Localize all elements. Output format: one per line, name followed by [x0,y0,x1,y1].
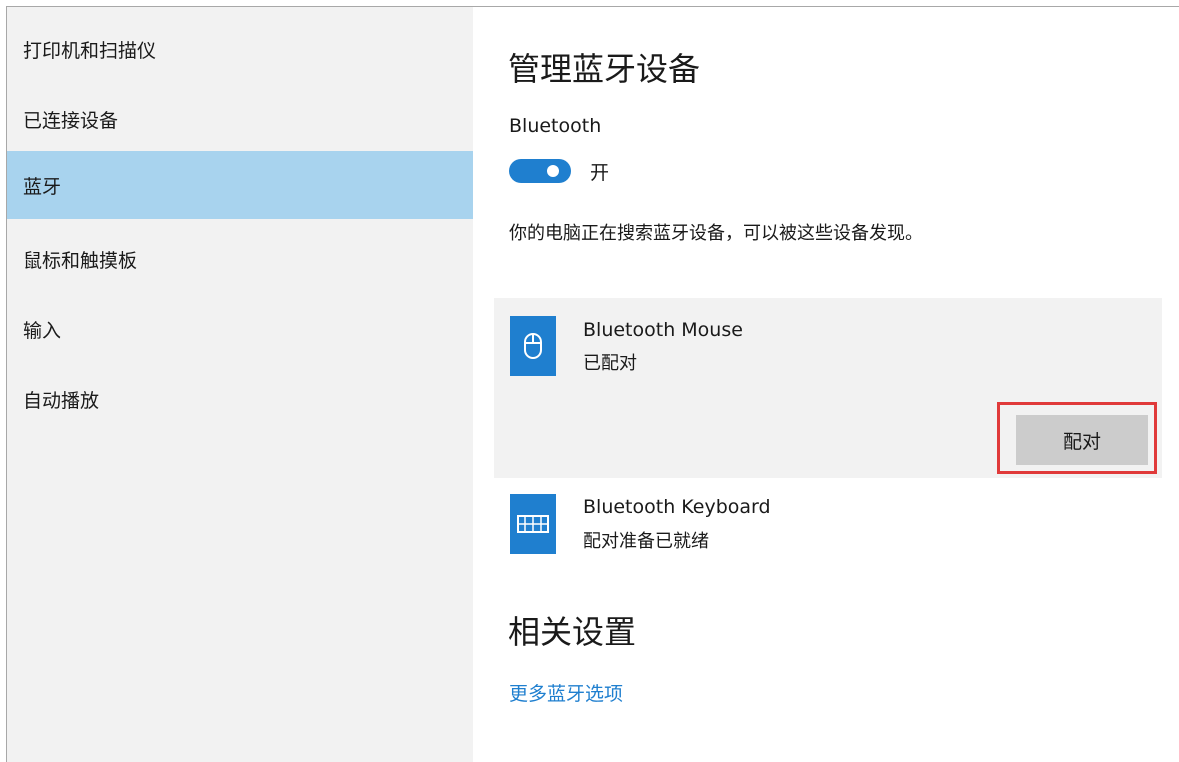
device-name[interactable]: Bluetooth Keyboard [583,496,771,518]
device-status: 已配对 [583,353,637,374]
page-title: 管理蓝牙设备 [508,50,701,88]
sidebar-item-mouse-touchpad[interactable]: 鼠标和触摸板 [7,225,473,293]
sidebar-nav: 打印机和扫描仪 已连接设备 蓝牙 鼠标和触摸板 输入 自动播放 [7,7,473,762]
device-status: 配对准备已就绪 [583,531,709,552]
sidebar-item-input[interactable]: 输入 [7,295,473,363]
pair-button[interactable]: 配对 [1016,415,1148,465]
device-name: Bluetooth Mouse [583,319,743,341]
sidebar-item-label: 打印机和扫描仪 [23,39,157,62]
discovery-status-text: 你的电脑正在搜索蓝牙设备，可以被这些设备发现。 [509,223,923,244]
sidebar-item-label: 蓝牙 [23,175,62,198]
toggle-state-label: 开 [590,162,610,184]
sidebar-item-autoplay[interactable]: 自动播放 [7,365,473,433]
toggle-knob [547,165,559,177]
bluetooth-toggle[interactable] [509,159,571,183]
sidebar-item-bluetooth[interactable]: 蓝牙 [7,151,473,219]
sidebar-item-connected-devices[interactable]: 已连接设备 [7,85,473,153]
sidebar-item-printers-scanners[interactable]: 打印机和扫描仪 [7,15,473,83]
sidebar-item-label: 自动播放 [23,389,100,412]
bluetooth-label: Bluetooth [509,115,602,137]
sidebar-item-label: 鼠标和触摸板 [23,249,138,272]
mouse-icon [510,316,556,376]
keyboard-icon[interactable] [510,494,556,554]
sidebar-item-label: 输入 [23,319,62,342]
more-bluetooth-options-link[interactable]: 更多蓝牙选项 [509,679,623,706]
sidebar-item-label: 已连接设备 [23,109,119,132]
related-settings-heading: 相关设置 [508,613,637,651]
